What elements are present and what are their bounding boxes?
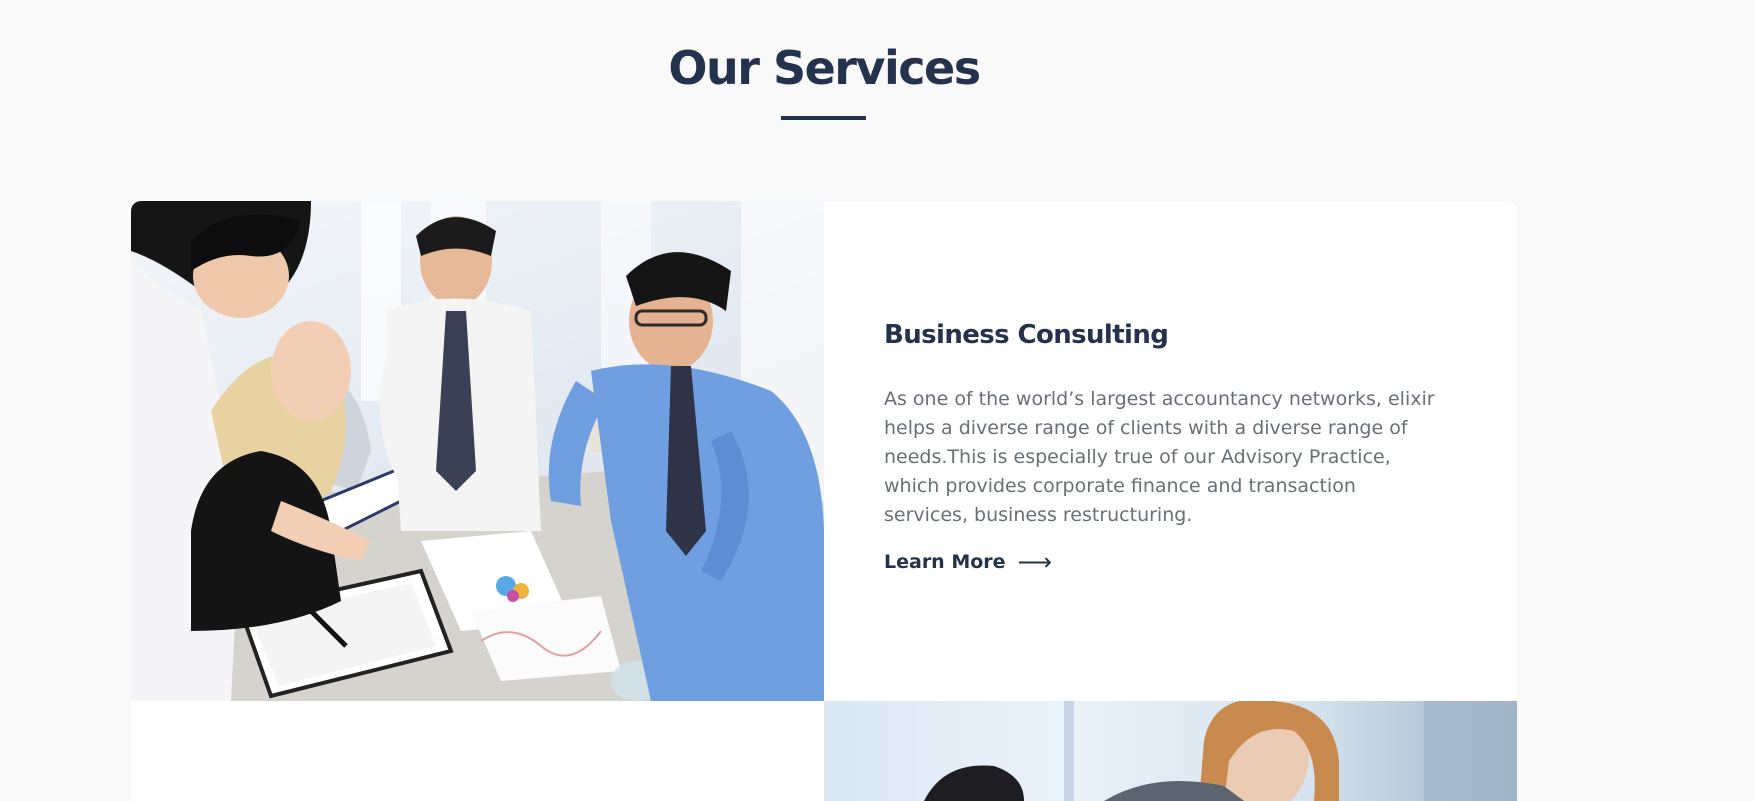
service-title: Business Consulting xyxy=(884,320,1169,350)
woman-working-photo xyxy=(824,701,1517,801)
title-underline xyxy=(781,116,866,120)
service-card: Business Consulting As one of the world’… xyxy=(131,201,1517,801)
next-service-panel xyxy=(131,701,824,801)
service-description: As one of the world’s largest accountanc… xyxy=(884,388,1435,526)
service-info-panel: Business Consulting As one of the world’… xyxy=(824,201,1517,701)
learn-more-label: Learn More xyxy=(884,551,1006,573)
long-arrow-right-icon: ⟶ xyxy=(1017,548,1052,576)
services-section: Our Services Business Consulting As one … xyxy=(0,0,1755,801)
section-title: Our Services xyxy=(668,41,981,95)
team-meeting-photo xyxy=(131,201,824,701)
learn-more-link[interactable]: Learn More ⟶ xyxy=(884,548,1052,576)
